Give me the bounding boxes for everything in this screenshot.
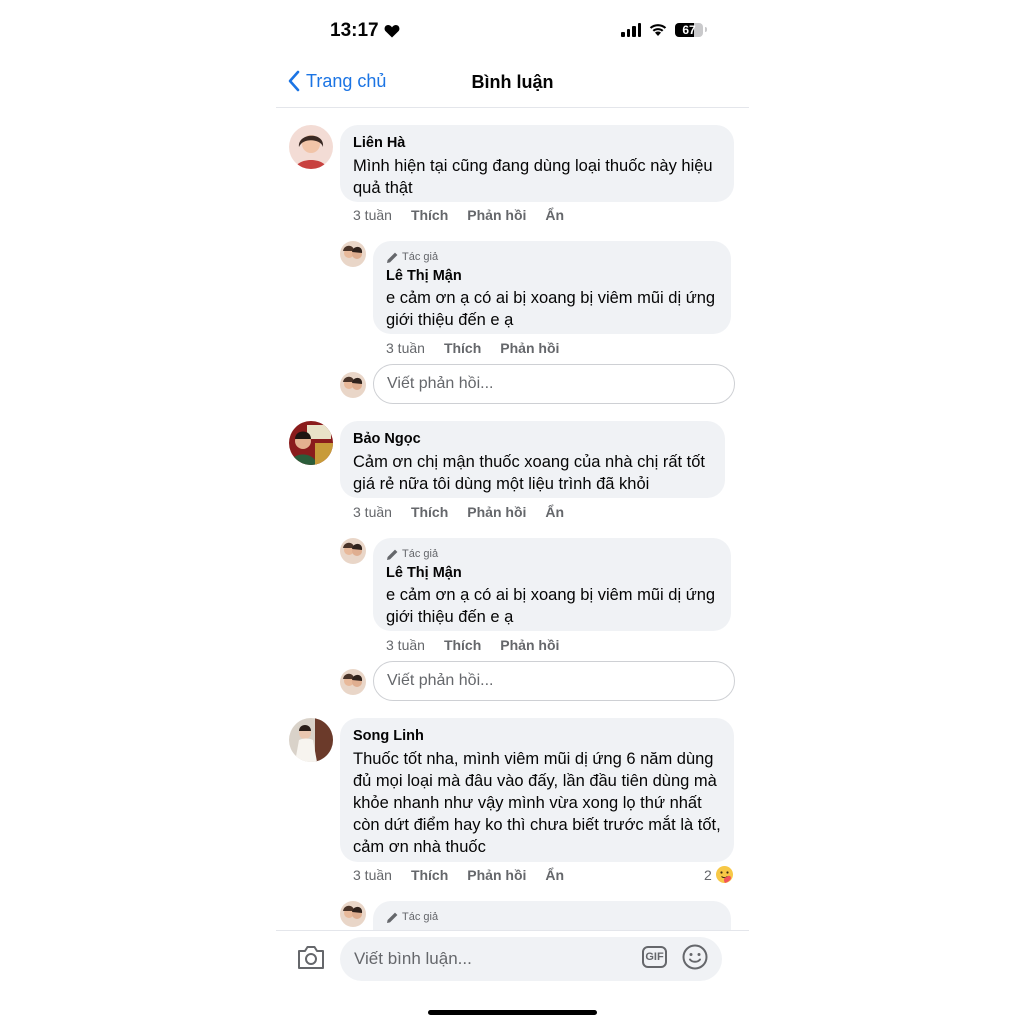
author-badge: Tác giả bbox=[386, 547, 718, 561]
reply-button[interactable]: Phản hồi bbox=[467, 867, 526, 883]
avatar[interactable] bbox=[289, 125, 333, 169]
reply-button[interactable]: Phản hồi bbox=[467, 207, 526, 223]
wifi-icon bbox=[649, 24, 667, 36]
care-reaction-icon bbox=[715, 866, 733, 883]
reply-button[interactable]: Phản hồi bbox=[500, 637, 559, 653]
comment-bubble[interactable]: Bảo Ngọc Cảm ơn chị mận thuốc xoang của … bbox=[340, 421, 725, 498]
reply-input[interactable]: Viết phản hồi... bbox=[373, 364, 735, 404]
nav-header: Trang chủ Bình luận bbox=[276, 60, 749, 108]
commenter-name[interactable]: Bảo Ngọc bbox=[353, 430, 712, 448]
pencil-icon bbox=[387, 252, 398, 263]
author-avatar[interactable] bbox=[340, 241, 366, 267]
pencil-icon bbox=[387, 549, 398, 560]
reply-button[interactable]: Phản hồi bbox=[467, 504, 526, 520]
phone-screen: 13:17 67 Trang chủ Bình luận Liên Hà Mìn… bbox=[276, 0, 749, 1024]
reaction-summary[interactable]: 2 bbox=[704, 865, 734, 884]
reply-time: 3 tuần bbox=[386, 637, 425, 653]
author-reply-text: e cảm ơn ạ có ai bị xoang bị viêm mũi dị… bbox=[386, 586, 716, 626]
author-avatar bbox=[340, 372, 366, 398]
signal-icon bbox=[621, 22, 641, 37]
camera-icon[interactable] bbox=[296, 943, 326, 971]
avatar[interactable] bbox=[289, 421, 333, 465]
reaction-count: 2 bbox=[704, 866, 712, 883]
comment-actions: 3 tuần Thích Phản hồi Ẩn bbox=[353, 504, 564, 520]
avatar[interactable] bbox=[289, 718, 333, 762]
hide-button[interactable]: Ẩn bbox=[545, 207, 564, 223]
status-icons: 67 bbox=[621, 22, 707, 37]
gif-icon[interactable]: GIF bbox=[642, 946, 667, 968]
author-badge: Tác giả bbox=[386, 250, 718, 264]
comment-text: Mình hiện tại cũng đang dùng loại thuốc … bbox=[353, 157, 713, 197]
hide-button[interactable]: Ẩn bbox=[545, 867, 564, 883]
hide-button[interactable]: Ẩn bbox=[545, 504, 564, 520]
reply-input-placeholder: Viết phản hồi... bbox=[387, 672, 494, 689]
comment-time: 3 tuần bbox=[353, 207, 392, 223]
status-time: 13:17 bbox=[330, 20, 400, 42]
author-badge-label: Tác giả bbox=[402, 251, 439, 263]
author-name[interactable]: Lê Thị Mận bbox=[386, 564, 718, 582]
comment-actions: 3 tuần Thích Phản hồi Ẩn bbox=[353, 867, 564, 883]
smiley-icon[interactable] bbox=[682, 944, 708, 970]
author-avatar bbox=[340, 669, 366, 695]
author-badge-label: Tác giả bbox=[402, 911, 439, 923]
like-button[interactable]: Thích bbox=[444, 637, 481, 653]
comment-text: Cảm ơn chị mận thuốc xoang của nhà chị r… bbox=[353, 453, 706, 493]
reply-actions: 3 tuần Thích Phản hồi bbox=[386, 340, 559, 356]
reply-button[interactable]: Phản hồi bbox=[500, 340, 559, 356]
comment-bubble[interactable]: Song Linh Thuốc tốt nha, mình viêm mũi d… bbox=[340, 718, 734, 862]
home-indicator[interactable] bbox=[428, 1010, 597, 1015]
like-button[interactable]: Thích bbox=[411, 504, 448, 520]
author-reply-bubble[interactable]: Tác giả Lê Thị Mận e cảm ơn ạ có ai bị x… bbox=[373, 241, 731, 334]
like-button[interactable]: Thích bbox=[411, 207, 448, 223]
battery-percent: 67 bbox=[682, 22, 696, 37]
like-button[interactable]: Thích bbox=[444, 340, 481, 356]
author-badge-label: Tác giả bbox=[402, 548, 439, 560]
comment-input-placeholder: Viết bình luận... bbox=[354, 949, 472, 968]
author-badge: Tác giả bbox=[386, 910, 718, 924]
commenter-name[interactable]: Song Linh bbox=[353, 727, 721, 745]
comment-composer: Viết bình luận... GIF bbox=[276, 930, 749, 991]
battery-icon: 67 bbox=[675, 22, 703, 37]
author-avatar[interactable] bbox=[340, 901, 366, 927]
comment-actions: 3 tuần Thích Phản hồi Ẩn bbox=[353, 207, 564, 223]
author-reply-bubble[interactable]: Tác giả bbox=[373, 901, 731, 930]
status-time-text: 13:17 bbox=[330, 20, 379, 41]
comment-bubble[interactable]: Liên Hà Mình hiện tại cũng đang dùng loạ… bbox=[340, 125, 734, 202]
reply-actions: 3 tuần Thích Phản hồi bbox=[386, 637, 559, 653]
reply-input-placeholder: Viết phản hồi... bbox=[387, 375, 494, 392]
author-avatar[interactable] bbox=[340, 538, 366, 564]
author-reply-text: e cảm ơn ạ có ai bị xoang bị viêm mũi dị… bbox=[386, 289, 716, 329]
like-button[interactable]: Thích bbox=[411, 867, 448, 883]
comment-time: 3 tuần bbox=[353, 504, 392, 520]
author-reply-bubble[interactable]: Tác giả Lê Thị Mận e cảm ơn ạ có ai bị x… bbox=[373, 538, 731, 631]
comment-text: Thuốc tốt nha, mình viêm mũi dị ứng 6 nă… bbox=[353, 750, 721, 856]
comment-feed[interactable]: Liên Hà Mình hiện tại cũng đang dùng loạ… bbox=[276, 108, 749, 930]
reply-time: 3 tuần bbox=[386, 340, 425, 356]
pencil-icon bbox=[387, 912, 398, 923]
reply-input[interactable]: Viết phản hồi... bbox=[373, 661, 735, 701]
heart-icon bbox=[384, 25, 400, 38]
page-title: Bình luận bbox=[471, 72, 554, 92]
comment-time: 3 tuần bbox=[353, 867, 392, 883]
commenter-name[interactable]: Liên Hà bbox=[353, 134, 721, 152]
author-name[interactable]: Lê Thị Mận bbox=[386, 267, 718, 285]
